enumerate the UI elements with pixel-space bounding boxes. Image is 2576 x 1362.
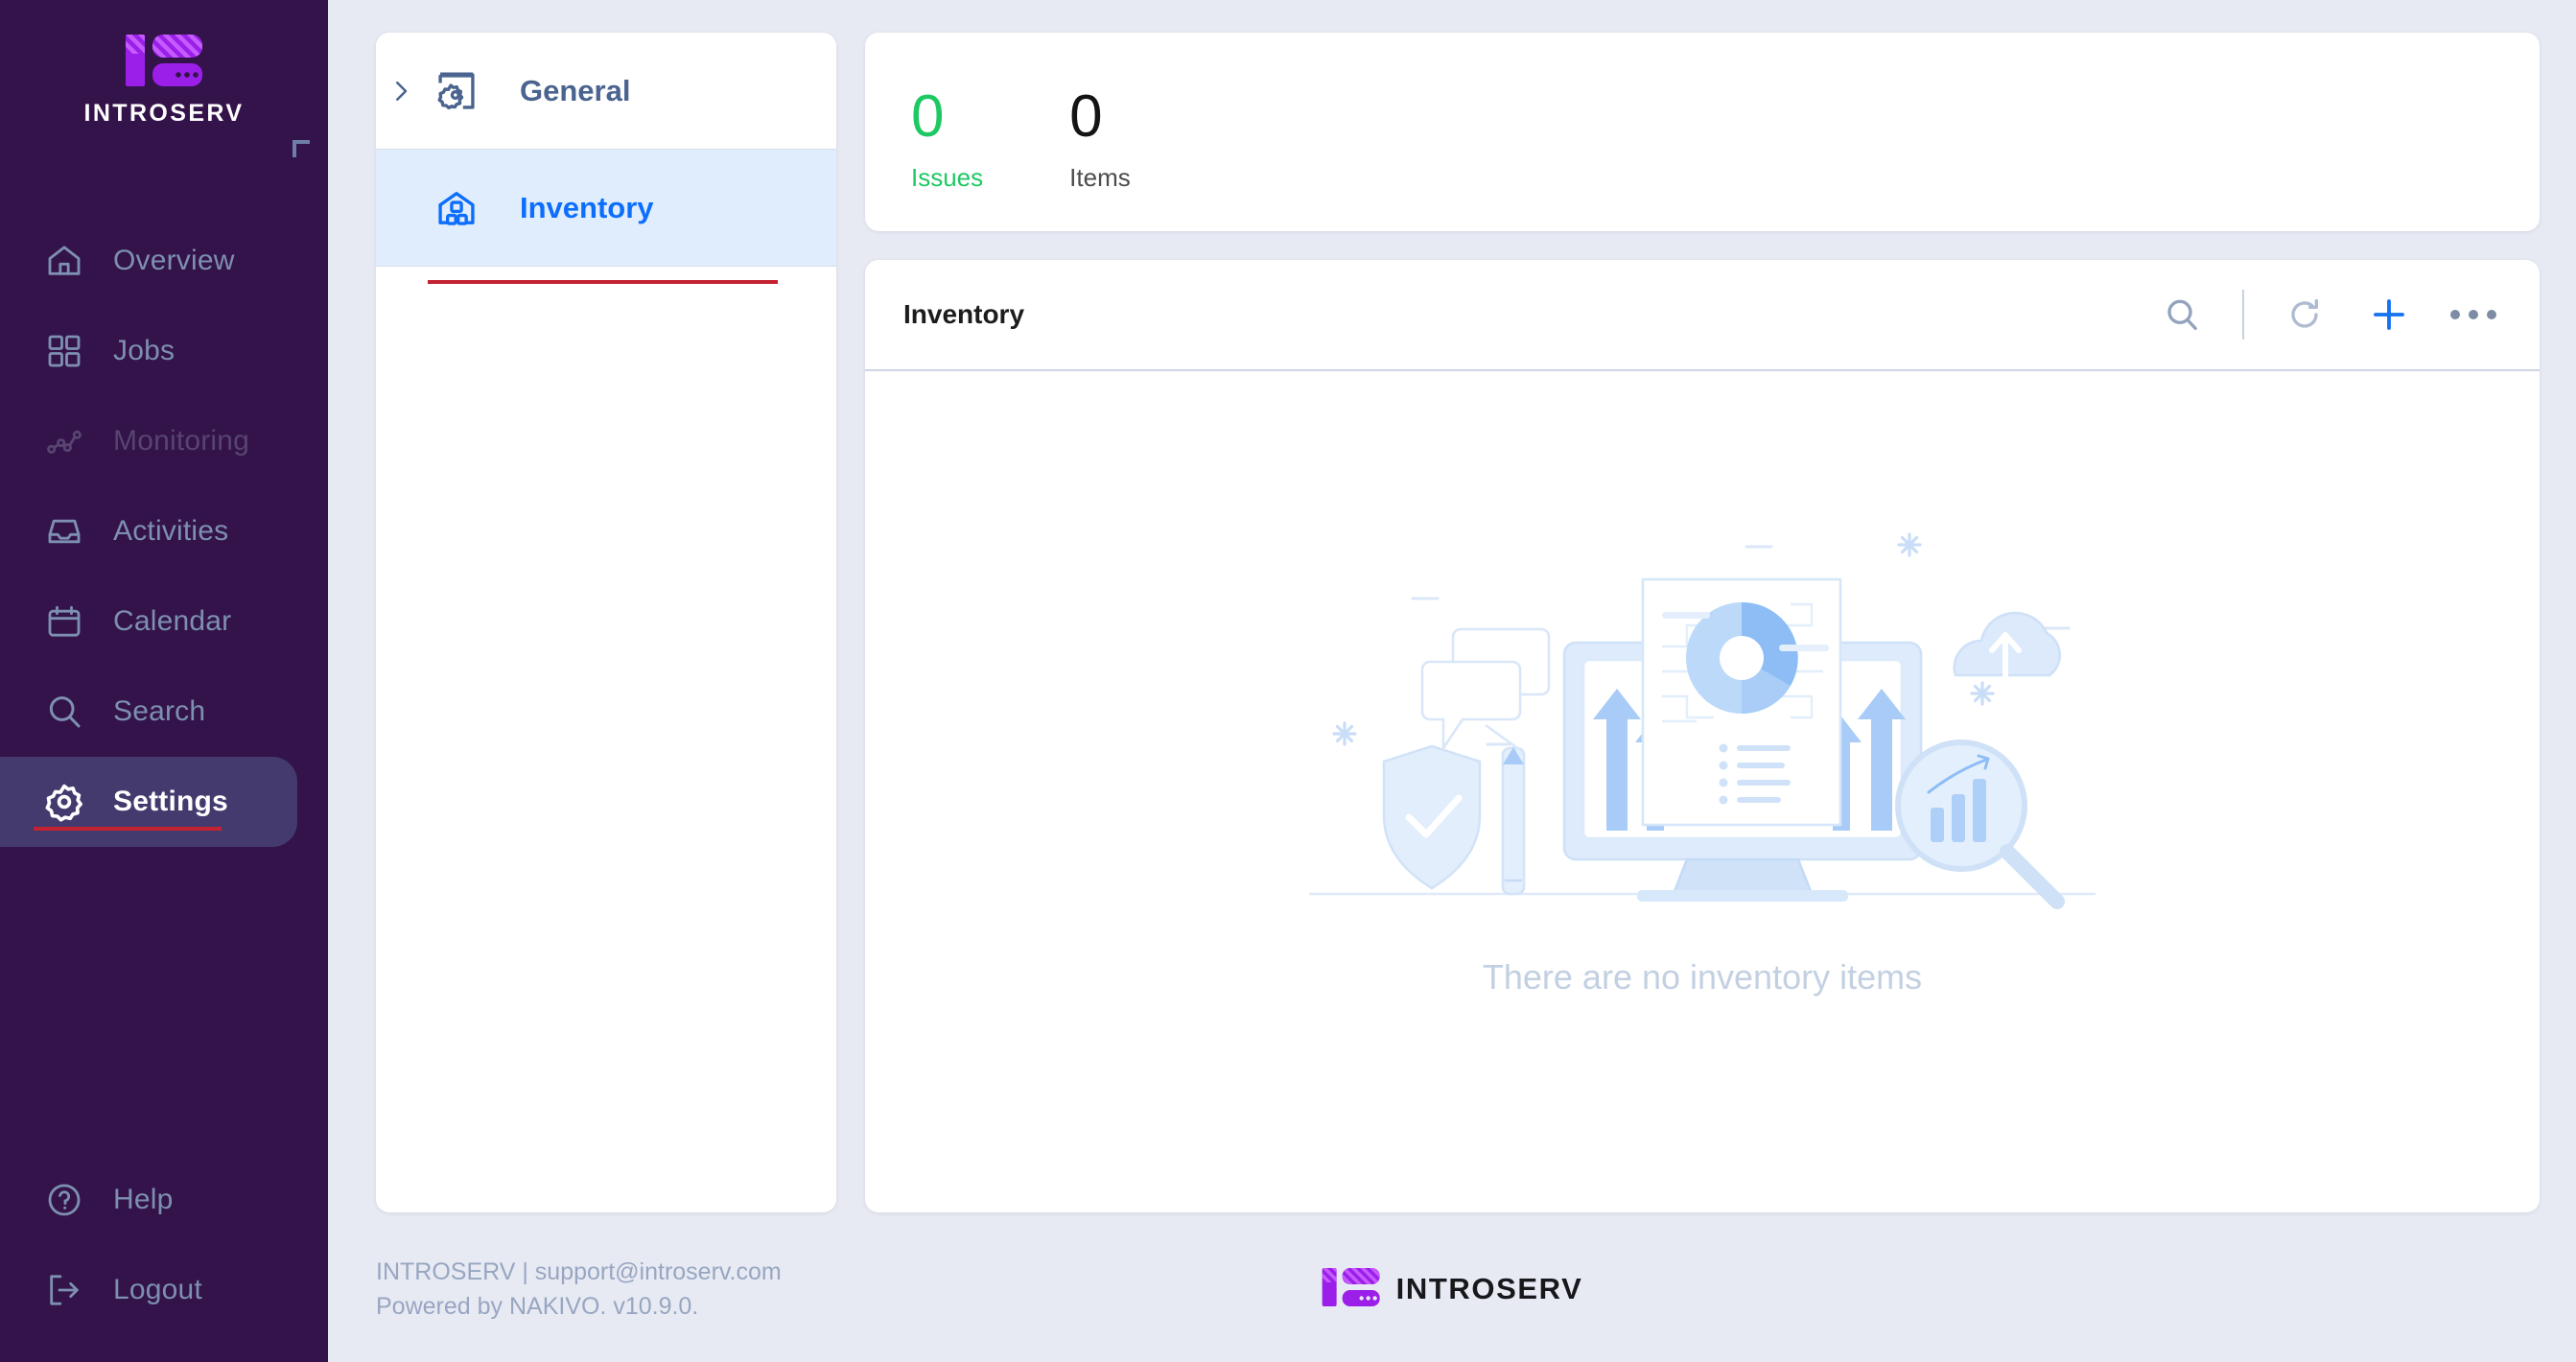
app-root: INTROSERV Overview Jobs Monitoring Activ… <box>0 0 2576 1362</box>
footer-powered-line: Powered by NAKIVO. v10.9.0. <box>376 1293 699 1320</box>
stat-items-value: 0 <box>1069 83 1103 150</box>
content-row: General Inventory 0 Issues 0 Items Inven… <box>328 0 2576 1212</box>
gear-icon <box>42 780 86 824</box>
warehouse-blocks-icon <box>430 187 483 229</box>
toolbar-divider <box>2242 290 2244 340</box>
logout-arrow-icon <box>42 1268 86 1312</box>
search-icon <box>42 690 86 734</box>
home-icon <box>42 239 86 283</box>
footer-brand-name: INTROSERV <box>1395 1272 1583 1305</box>
footer-contact-line: INTROSERV | support@introserv.com <box>376 1258 782 1285</box>
plus-icon[interactable] <box>2359 285 2419 344</box>
sidebar-nav: Overview Jobs Monitoring Activities Cale… <box>0 216 328 847</box>
settings-menu-item-label: General <box>520 73 631 107</box>
settings-menu-card: General Inventory <box>376 33 836 1212</box>
refresh-icon[interactable] <box>2275 285 2334 344</box>
primary-sidebar: INTROSERV Overview Jobs Monitoring Activ… <box>0 0 328 1362</box>
calendar-icon <box>42 599 86 644</box>
inventory-empty-state: There are no inventory items <box>865 371 2540 1212</box>
introserv-server-logo-icon <box>1322 1267 1381 1312</box>
sidebar-item-label: Jobs <box>113 335 176 366</box>
window-gear-icon <box>430 70 483 112</box>
sidebar-item-label: Overview <box>113 245 235 276</box>
stat-issues-value: 0 <box>911 83 945 150</box>
brand[interactable]: INTROSERV <box>0 0 328 128</box>
sidebar-item-label: Logout <box>113 1274 202 1305</box>
sidebar-item-search[interactable]: Search <box>0 667 328 757</box>
sidebar-item-calendar[interactable]: Calendar <box>0 576 328 667</box>
empty-inventory-illustration <box>1300 501 2105 913</box>
sidebar-item-monitoring[interactable]: Monitoring <box>0 396 328 486</box>
main-area: General Inventory 0 Issues 0 Items Inven… <box>328 0 2576 1362</box>
footer-info: INTROSERV | support@introserv.com Powere… <box>376 1255 782 1324</box>
three-dots <box>2450 310 2496 319</box>
inventory-panel: Inventory There are no inventory items <box>865 260 2540 1212</box>
sidebar-item-label: Help <box>113 1184 174 1215</box>
sidebar-bottom-nav: Help Logout <box>0 1155 328 1335</box>
corner-bracket-icon[interactable] <box>293 140 310 157</box>
stat-issues: 0 Issues <box>911 86 983 231</box>
inbox-icon <box>42 509 86 553</box>
sidebar-item-label: Settings <box>113 786 228 817</box>
stat-items: 0 Items <box>1069 86 1131 231</box>
brand-name: INTROSERV <box>83 100 245 127</box>
settings-menu-item-general[interactable]: General <box>376 33 836 150</box>
right-column: 0 Issues 0 Items Inventory There are no … <box>865 33 2540 1212</box>
sidebar-item-logout[interactable]: Logout <box>0 1245 328 1335</box>
more-icon[interactable] <box>2444 285 2503 344</box>
stat-items-label: Items <box>1069 163 1131 192</box>
stat-issues-label: Issues <box>911 163 984 192</box>
page-footer: INTROSERV | support@introserv.com Powere… <box>328 1212 2576 1362</box>
question-circle-icon <box>42 1178 86 1222</box>
introserv-server-logo-icon <box>124 33 204 88</box>
sidebar-item-activities[interactable]: Activities <box>0 486 328 576</box>
inventory-panel-header: Inventory <box>865 260 2540 371</box>
inventory-panel-toolbar <box>2152 285 2503 344</box>
sidebar-item-label: Search <box>113 695 206 727</box>
sidebar-item-label: Activities <box>113 515 229 547</box>
sidebar-item-jobs[interactable]: Jobs <box>0 306 328 396</box>
sidebar-item-label: Calendar <box>113 605 232 637</box>
inventory-panel-title: Inventory <box>903 299 1025 329</box>
search-icon[interactable] <box>2152 285 2212 344</box>
stats-card: 0 Issues 0 Items <box>865 33 2540 231</box>
empty-state-message: There are no inventory items <box>1482 956 1923 997</box>
sidebar-item-overview[interactable]: Overview <box>0 216 328 306</box>
grid-icon <box>42 329 86 373</box>
active-item-underline <box>428 280 778 284</box>
sidebar-item-label: Monitoring <box>113 425 250 457</box>
chevron-right-icon[interactable] <box>376 77 426 106</box>
sidebar-item-settings[interactable]: Settings <box>0 757 297 847</box>
footer-logo: INTROSERV <box>1322 1267 1583 1312</box>
line-chart-icon <box>42 419 86 463</box>
settings-menu-item-label: Inventory <box>520 190 654 224</box>
sidebar-item-help[interactable]: Help <box>0 1155 328 1245</box>
settings-menu-item-inventory[interactable]: Inventory <box>376 150 836 267</box>
